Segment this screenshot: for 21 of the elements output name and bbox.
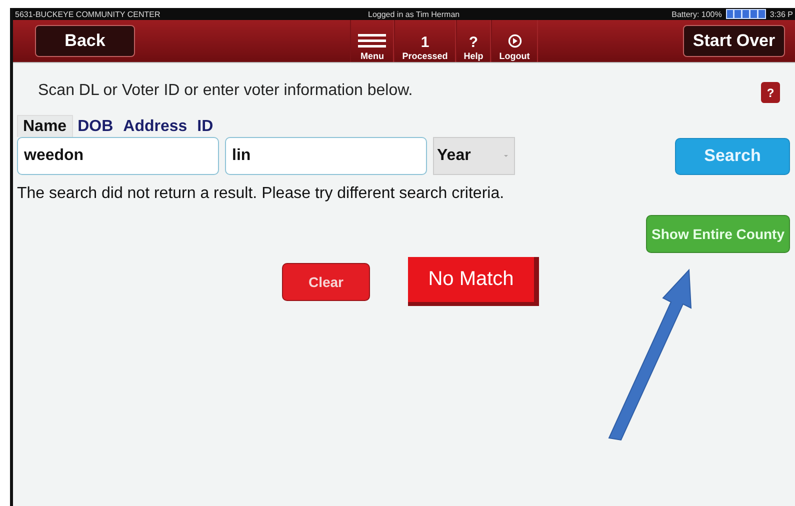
user-label: Logged in as Tim Herman [368, 10, 460, 18]
battery-label: Battery: 100% [672, 10, 722, 18]
back-button[interactable]: Back [35, 25, 135, 57]
search-tab[interactable]: ID [192, 115, 218, 137]
search-tab[interactable]: DOB [72, 115, 118, 137]
start-over-button[interactable]: Start Over [683, 25, 785, 57]
search-tab[interactable]: Address [118, 115, 192, 137]
toolbar-button[interactable]: Menu [350, 20, 394, 62]
toolbar-button[interactable]: 1 Processed [394, 20, 456, 62]
instructions-text: Scan DL or Voter ID or enter voter information below. [38, 82, 413, 100]
no-match-button[interactable]: No Match [408, 257, 539, 306]
time-label: 3:36 P [770, 10, 793, 18]
toolbar-button[interactable]: Logout [491, 20, 538, 62]
location-label: 5631-BUCKEYE COMMUNITY CENTER [15, 10, 160, 18]
input-field[interactable]: lin [225, 137, 427, 175]
result-message: The search did not return a result. Please try different search criteria. [17, 185, 506, 203]
search-tab[interactable]: Name [17, 115, 73, 137]
help-button[interactable]: ? [761, 82, 780, 103]
toolbar-button[interactable]: ? Help [456, 20, 492, 62]
year-dropdown[interactable]: Year [433, 137, 515, 175]
input-field[interactable]: weedon [17, 137, 219, 175]
